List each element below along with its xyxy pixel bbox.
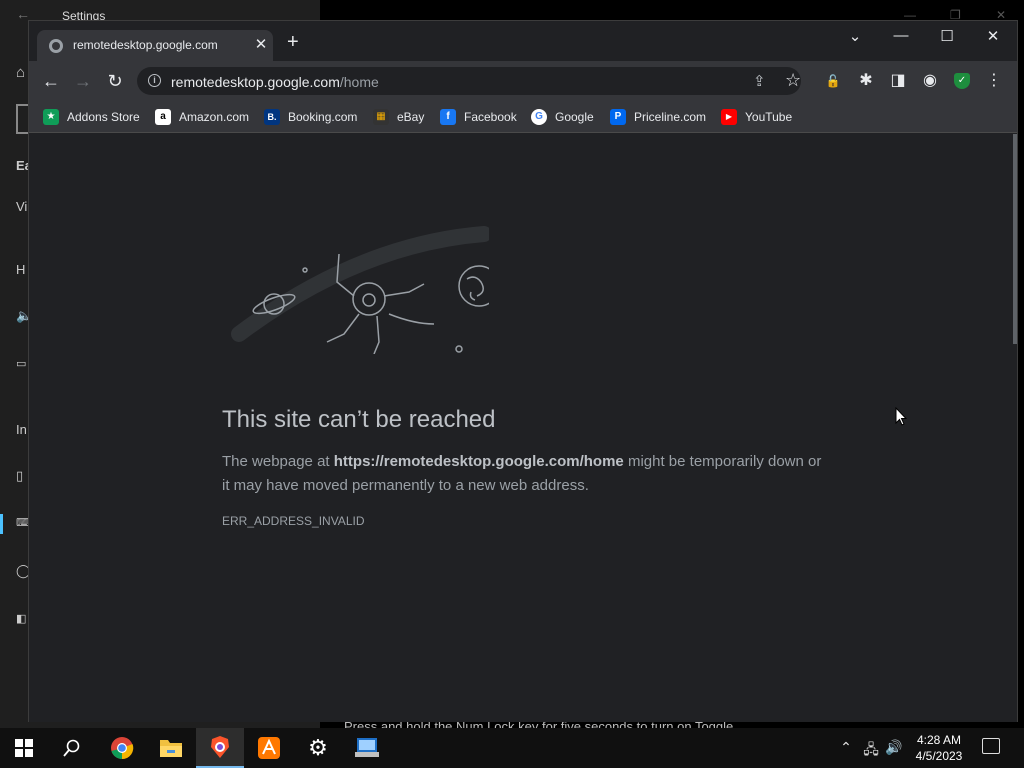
search-button[interactable]	[48, 728, 96, 768]
booking-icon: B.	[264, 109, 280, 125]
share-icon[interactable]: ⇪	[753, 72, 766, 90]
taskbar-settings[interactable]: ⚙	[294, 728, 342, 768]
bookmark-star-icon[interactable]: ☆	[785, 70, 801, 91]
network-icon[interactable]: 🖧	[861, 739, 881, 763]
taskbar-remote-desktop[interactable]	[343, 728, 391, 768]
toolbar: ← → ↻ i remotedesktop.google.com/home ⇪ …	[29, 61, 1017, 101]
search-icon	[63, 739, 80, 757]
settings-section-fragment: In	[16, 422, 27, 437]
start-button[interactable]	[0, 728, 48, 768]
bookmark-label: eBay	[397, 110, 425, 124]
menu-icon[interactable]: ⋮	[984, 71, 1004, 91]
bookmarks-bar: ★ Addons Store a Amazon.com B. Booking.c…	[29, 101, 1017, 133]
taskbar-chrome[interactable]	[98, 728, 146, 768]
captions-icon[interactable]: ▭	[16, 357, 26, 370]
addons-store-icon: ★	[43, 109, 59, 125]
clock[interactable]: 4:28 AM 4/5/2023	[910, 732, 968, 764]
error-code: ERR_ADDRESS_INVALID	[222, 514, 365, 528]
clock-time: 4:28 AM	[916, 733, 962, 747]
home-icon[interactable]: ⌂	[16, 64, 25, 81]
url-text[interactable]: remotedesktop.google.com/home	[171, 74, 379, 90]
bookmark-amazon[interactable]: a Amazon.com	[155, 106, 249, 128]
notifications-icon[interactable]	[982, 738, 1000, 754]
taskbar: ⚙ ⌃ 🖧 🔊 4:28 AM 4/5/2023	[0, 728, 1024, 768]
speech-icon[interactable]: ▯	[16, 468, 23, 484]
selected-indicator	[0, 514, 3, 534]
chrome-icon	[111, 737, 134, 760]
bookmark-label: Priceline.com	[634, 110, 707, 124]
priceline-icon: P	[610, 109, 626, 125]
tab-strip: remotedesktop.google.com ✕ + ⌄ — ☐ ✕	[29, 21, 1017, 61]
show-hidden-icons-icon[interactable]: ⌃	[836, 739, 856, 756]
file-explorer-icon	[160, 740, 182, 757]
settings-section-fragment: H	[16, 262, 26, 277]
bookmark-label: Facebook	[464, 110, 517, 124]
google-icon: G	[531, 109, 547, 125]
tab-search-icon[interactable]: ⌄	[843, 27, 867, 45]
error-title: This site can’t be reached	[222, 406, 496, 433]
maximize-icon[interactable]: ☐	[935, 27, 959, 45]
minimize-icon[interactable]: —	[889, 27, 913, 44]
close-icon[interactable]: ✕	[981, 27, 1005, 45]
site-info-icon[interactable]: i	[148, 74, 161, 87]
bookmark-label: Amazon.com	[179, 110, 250, 124]
shield-extension-icon[interactable]: ✓	[954, 73, 970, 89]
bookmark-youtube[interactable]: ▶ YouTube	[721, 106, 792, 128]
bookmark-label: Google	[555, 110, 594, 124]
volume-icon[interactable]: 🔊	[884, 739, 904, 756]
remote-desktop-icon	[355, 738, 379, 757]
error-desc-prefix: The webpage at	[222, 453, 334, 470]
bookmark-label: Booking.com	[288, 110, 358, 124]
url-host: remotedesktop.google.com	[171, 74, 340, 90]
bookmark-booking[interactable]: B. Booking.com	[264, 106, 357, 128]
astronaut-illustration	[231, 226, 489, 354]
tab-title: remotedesktop.google.com	[73, 38, 218, 52]
avast-icon	[258, 737, 280, 759]
page-content: This site can’t be reached The webpage a…	[29, 134, 1017, 722]
profile-icon[interactable]: ◉	[920, 71, 940, 91]
extensions-puzzle-icon[interactable]: ✱	[856, 71, 876, 91]
scrollbar[interactable]	[1013, 134, 1017, 344]
facebook-icon: f	[440, 109, 456, 125]
back-icon[interactable]: ←	[39, 71, 63, 91]
bookmark-priceline[interactable]: P Priceline.com	[610, 106, 706, 128]
new-tab-icon[interactable]: +	[287, 32, 299, 52]
side-panel-icon[interactable]: ◨	[888, 71, 908, 91]
bookmark-label: YouTube	[745, 110, 793, 124]
settings-item-fragment[interactable]: Vi	[16, 199, 27, 214]
bookmark-label: Addons Store	[67, 110, 140, 124]
reload-icon[interactable]: ↻	[103, 71, 127, 91]
youtube-icon: ▶	[721, 109, 737, 125]
address-bar[interactable]: i remotedesktop.google.com/home ⇪ ☆	[137, 67, 801, 95]
tab-close-icon[interactable]: ✕	[253, 35, 269, 53]
error-desc-url: https://remotedesktop.google.com/home	[333, 453, 624, 470]
taskbar-file-explorer[interactable]	[147, 728, 195, 768]
chrome-window: remotedesktop.google.com ✕ + ⌄ — ☐ ✕ ← →…	[28, 20, 1018, 722]
lock-extension-icon[interactable]: 🔓	[823, 71, 843, 91]
taskbar-brave[interactable]	[196, 728, 244, 768]
amazon-icon: a	[155, 109, 171, 125]
taskbar-avast[interactable]	[245, 728, 293, 768]
brave-icon	[211, 736, 229, 758]
bookmark-addons-store[interactable]: ★ Addons Store	[43, 106, 140, 128]
globe-icon	[49, 39, 63, 53]
tab-remotedesktop[interactable]: remotedesktop.google.com ✕	[37, 30, 273, 61]
bookmark-google[interactable]: G Google	[531, 106, 594, 128]
bookmark-facebook[interactable]: f Facebook	[440, 106, 517, 128]
ebay-icon: ▦	[373, 109, 389, 125]
eye-control-icon[interactable]: ◧	[16, 612, 26, 625]
bookmark-ebay[interactable]: ▦ eBay	[373, 106, 424, 128]
url-path: /home	[339, 74, 379, 90]
mouse-cursor-icon	[895, 407, 907, 426]
settings-icon: ⚙	[308, 735, 328, 760]
forward-icon[interactable]: →	[71, 71, 95, 91]
error-description: The webpage at https://remotedesktop.goo…	[222, 450, 822, 498]
start-icon	[15, 739, 33, 757]
clock-date: 4/5/2023	[915, 749, 963, 763]
